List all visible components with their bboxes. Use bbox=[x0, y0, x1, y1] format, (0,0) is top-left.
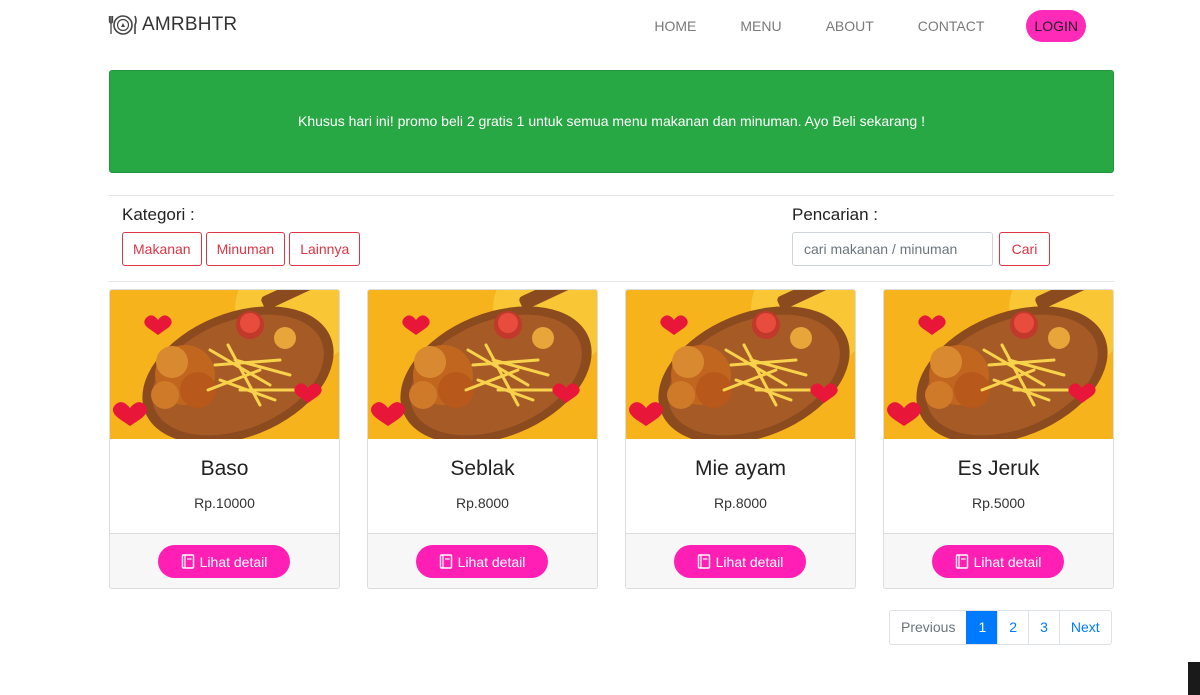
product-name: Es Jeruk bbox=[957, 457, 1040, 480]
product-price: Rp.8000 bbox=[456, 495, 509, 511]
search-label: Pencarian : bbox=[792, 205, 878, 224]
pagination-previous[interactable]: Previous bbox=[890, 611, 966, 644]
lihat-detail-label: Lihat detail bbox=[973, 553, 1042, 570]
lihat-detail-label: Lihat detail bbox=[715, 553, 784, 570]
divider bbox=[109, 281, 1114, 282]
lihat-detail-button[interactable]: Lihat detail bbox=[416, 545, 548, 578]
product-card: Mie ayam Rp.8000 Lihat detail bbox=[625, 289, 856, 589]
lihat-detail-label: Lihat detail bbox=[457, 553, 526, 570]
pagination-page-3[interactable]: 3 bbox=[1028, 611, 1059, 644]
nav-about[interactable]: ABOUT bbox=[826, 18, 874, 34]
brand-name: AMRBHTR bbox=[142, 14, 238, 35]
pagination: Previous 1 2 3 Next bbox=[889, 610, 1112, 645]
category-lainnya-button[interactable]: Lainnya bbox=[289, 232, 361, 266]
promo-text: Khusus hari ini! promo beli 2 gratis 1 u… bbox=[298, 112, 925, 129]
lihat-detail-button[interactable]: Lihat detail bbox=[932, 545, 1064, 578]
lihat-detail-button[interactable]: Lihat detail bbox=[674, 545, 806, 578]
product-price: Rp.5000 bbox=[972, 495, 1025, 511]
category-makanan-button[interactable]: Makanan bbox=[122, 232, 202, 266]
lihat-detail-label: Lihat detail bbox=[199, 553, 268, 570]
food-image bbox=[110, 290, 339, 439]
brand[interactable]: AMRBHTR bbox=[108, 12, 237, 38]
promo-banner: Khusus hari ini! promo beli 2 gratis 1 u… bbox=[109, 70, 1114, 173]
divider bbox=[109, 195, 1114, 196]
product-price: Rp.8000 bbox=[714, 495, 767, 511]
nav-links: HOME MENU ABOUT CONTACT LOGIN bbox=[610, 10, 1086, 42]
card-footer: Lihat detail bbox=[368, 533, 597, 588]
corner-overlay bbox=[1188, 662, 1200, 695]
product-card: Baso Rp.10000 Lihat detail bbox=[109, 289, 340, 589]
nav-contact[interactable]: CONTACT bbox=[918, 18, 985, 34]
food-image bbox=[884, 290, 1113, 439]
search-button[interactable]: Cari bbox=[999, 232, 1050, 266]
card-footer: Lihat detail bbox=[884, 533, 1113, 588]
product-card: Es Jeruk Rp.5000 Lihat detail bbox=[883, 289, 1114, 589]
search-input[interactable] bbox=[792, 232, 993, 266]
lihat-detail-button[interactable]: Lihat detail bbox=[158, 545, 290, 578]
product-card: Seblak Rp.8000 Lihat detail bbox=[367, 289, 598, 589]
restaurant-logo-icon bbox=[108, 15, 137, 35]
card-footer: Lihat detail bbox=[626, 533, 855, 588]
product-price: Rp.10000 bbox=[194, 495, 255, 511]
book-icon bbox=[697, 554, 710, 569]
nav-home[interactable]: HOME bbox=[654, 18, 696, 34]
product-name: Baso bbox=[200, 457, 249, 480]
login-button[interactable]: LOGIN bbox=[1026, 10, 1086, 42]
page: AMRBHTR HOME MENU ABOUT CONTACT LOGIN Kh… bbox=[0, 0, 1200, 695]
book-icon bbox=[439, 554, 452, 569]
product-name: Mie ayam bbox=[694, 457, 787, 480]
book-icon bbox=[955, 554, 968, 569]
book-icon bbox=[181, 554, 194, 569]
product-name: Seblak bbox=[450, 457, 515, 480]
nav-menu[interactable]: MENU bbox=[740, 18, 781, 34]
pagination-page-1[interactable]: 1 bbox=[966, 611, 998, 644]
navbar: AMRBHTR HOME MENU ABOUT CONTACT LOGIN bbox=[108, 8, 1114, 44]
pagination-page-2[interactable]: 2 bbox=[997, 611, 1028, 644]
card-footer: Lihat detail bbox=[110, 533, 339, 588]
kategori-label: Kategori : bbox=[122, 205, 195, 224]
category-buttons: Makanan Minuman Lainnya bbox=[122, 232, 361, 266]
food-image bbox=[368, 290, 597, 439]
category-minuman-button[interactable]: Minuman bbox=[205, 232, 286, 266]
pagination-next[interactable]: Next bbox=[1058, 611, 1111, 644]
food-image bbox=[626, 290, 855, 439]
